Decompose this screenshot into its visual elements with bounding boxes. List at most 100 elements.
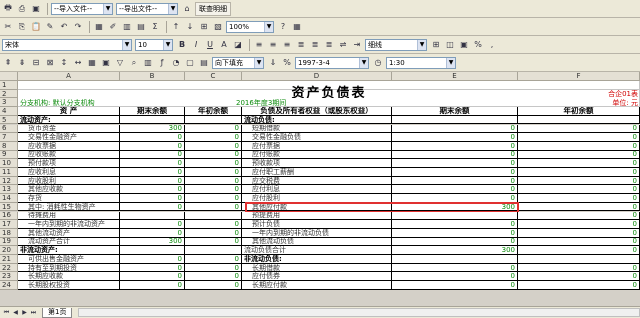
brush-icon[interactable]: ✐ bbox=[107, 21, 119, 33]
asset-end-balance[interactable]: 0 bbox=[120, 185, 185, 195]
format-icon[interactable]: ▣ bbox=[458, 39, 470, 51]
save-icon[interactable]: ▣ bbox=[30, 3, 42, 15]
formula-icon[interactable]: ƒ bbox=[156, 57, 168, 69]
row-height-icon[interactable]: ↕ bbox=[58, 57, 70, 69]
asset-end-balance[interactable]: 0 bbox=[120, 168, 185, 177]
row-header[interactable]: 2 bbox=[0, 90, 18, 99]
row-header[interactable]: 7 bbox=[0, 133, 18, 142]
fill-mode-select[interactable]: 向下填充 ▼ bbox=[212, 56, 264, 69]
asset-end-balance[interactable]: 0 bbox=[120, 194, 185, 203]
cut-icon[interactable]: ✂ bbox=[2, 21, 14, 33]
chart-icon[interactable]: ▥ bbox=[121, 21, 133, 33]
indent-icon[interactable]: ⇥ bbox=[351, 39, 363, 51]
box-icon[interactable]: ▢ bbox=[184, 57, 196, 69]
asset-begin-balance[interactable]: 0 bbox=[185, 194, 242, 203]
row-header[interactable]: 17 bbox=[0, 220, 18, 229]
fill-icon[interactable]: ⇓ bbox=[267, 57, 279, 69]
column-header-a[interactable]: A bbox=[18, 72, 120, 81]
align-bottom-icon[interactable]: ≣ bbox=[323, 39, 335, 51]
liability-end-balance[interactable]: 0 bbox=[392, 141, 518, 151]
asset-end-balance[interactable]: 0 bbox=[120, 228, 185, 238]
begin-balance-header-2[interactable]: 年初余额 bbox=[518, 107, 640, 116]
doc-icon[interactable]: ▤ bbox=[198, 57, 210, 69]
asset-end-balance[interactable]: 0 bbox=[120, 159, 185, 168]
liability-item-label[interactable]: 预计负债 bbox=[242, 220, 392, 229]
row-header[interactable]: 13 bbox=[0, 185, 18, 195]
asset-item-label[interactable]: 长期应收款 bbox=[18, 272, 120, 282]
liability-item-label[interactable]: 流动负债合计 bbox=[242, 246, 392, 255]
asset-end-balance[interactable]: 0 bbox=[120, 281, 185, 290]
liability-begin-balance[interactable]: 0 bbox=[518, 211, 640, 221]
row-header[interactable]: 15 bbox=[0, 203, 18, 212]
pie-icon[interactable]: ◔ bbox=[170, 57, 182, 69]
asset-end-balance[interactable]: 0 bbox=[120, 133, 185, 142]
liability-begin-balance[interactable]: 0 bbox=[518, 124, 640, 134]
italic-icon[interactable]: I bbox=[190, 39, 202, 51]
liability-begin-balance[interactable]: 0 bbox=[518, 141, 640, 151]
liability-begin-balance[interactable]: 0 bbox=[518, 176, 640, 186]
row-header[interactable]: 1 bbox=[0, 81, 18, 90]
row-header[interactable]: 4 bbox=[0, 107, 18, 116]
column-header-d[interactable]: D bbox=[242, 72, 392, 81]
row-header[interactable]: 8 bbox=[0, 142, 18, 151]
liability-end-balance[interactable]: 0 bbox=[392, 272, 518, 282]
comma-icon[interactable]: , bbox=[486, 39, 498, 51]
liability-begin-balance[interactable]: 0 bbox=[518, 228, 640, 238]
asset-begin-balance[interactable]: 0 bbox=[185, 133, 242, 142]
redo-icon[interactable]: ↷ bbox=[72, 21, 84, 33]
calc-icon[interactable]: ▦ bbox=[291, 21, 303, 33]
asset-begin-balance[interactable]: 0 bbox=[185, 281, 242, 290]
liability-end-balance[interactable]: 0 bbox=[392, 281, 518, 290]
column-header-f[interactable]: F bbox=[518, 72, 640, 81]
liability-end-balance[interactable]: 0 bbox=[392, 220, 518, 229]
asset-end-balance[interactable] bbox=[120, 246, 185, 255]
liability-item-label[interactable]: 应付债券 bbox=[242, 272, 392, 282]
begin-balance-header[interactable]: 年初余额 bbox=[185, 107, 242, 116]
last-sheet-icon[interactable]: ⏭ bbox=[29, 308, 38, 317]
asset-item-label[interactable]: 应收股利 bbox=[18, 176, 120, 186]
liability-begin-balance[interactable]: 0 bbox=[518, 272, 640, 282]
asset-begin-balance[interactable]: 0 bbox=[185, 202, 242, 212]
bar-chart-icon[interactable]: ▤ bbox=[135, 21, 147, 33]
percent-icon[interactable]: % bbox=[472, 39, 484, 51]
asset-begin-balance[interactable]: 0 bbox=[185, 237, 242, 247]
row-header[interactable]: 11 bbox=[0, 168, 18, 177]
row-header[interactable]: 5 bbox=[0, 116, 18, 125]
row-header[interactable]: 16 bbox=[0, 211, 18, 221]
table-icon[interactable]: ▦ bbox=[86, 57, 98, 69]
lock-icon[interactable]: ▣ bbox=[100, 57, 112, 69]
asset-begin-balance[interactable]: 0 bbox=[185, 168, 242, 177]
liability-begin-balance[interactable] bbox=[518, 115, 640, 125]
asset-begin-balance[interactable]: 0 bbox=[185, 220, 242, 229]
asset-item-label[interactable]: 待摊费用 bbox=[18, 211, 120, 221]
border-icon[interactable]: ⊞ bbox=[430, 39, 442, 51]
liability-end-balance[interactable] bbox=[392, 255, 518, 264]
check-detail-button[interactable]: 联查明细 bbox=[195, 1, 231, 16]
liability-end-balance[interactable]: 0 bbox=[392, 237, 518, 247]
end-balance-header-2[interactable]: 期末余额 bbox=[392, 107, 518, 116]
date-format-select[interactable]: 1997-3-4 ▼ bbox=[295, 56, 369, 69]
asset-begin-balance[interactable]: 0 bbox=[185, 255, 242, 264]
import-file-select[interactable]: --导入文件-- ▼ bbox=[51, 2, 113, 15]
row-header[interactable]: 24 bbox=[0, 281, 18, 290]
liability-end-balance[interactable]: 0 bbox=[392, 124, 518, 134]
asset-item-label[interactable]: 存货 bbox=[18, 194, 120, 203]
sort-desc-icon[interactable]: ↓ bbox=[184, 21, 196, 33]
asset-end-balance[interactable]: 0 bbox=[120, 255, 185, 264]
align-right-icon[interactable]: ≡ bbox=[281, 39, 293, 51]
first-sheet-icon[interactable]: ⏮ bbox=[2, 308, 11, 317]
liability-item-label[interactable]: 交易性金融负债 bbox=[242, 133, 392, 142]
paste-icon[interactable]: 📋 bbox=[30, 21, 42, 33]
asset-end-balance[interactable]: 0 bbox=[120, 272, 185, 282]
asset-begin-balance[interactable]: 0 bbox=[185, 159, 242, 168]
row-header[interactable]: 18 bbox=[0, 229, 18, 238]
clock-icon[interactable]: ◷ bbox=[372, 57, 384, 69]
asset-item-label[interactable]: 其他应收款 bbox=[18, 185, 120, 195]
asset-begin-balance[interactable]: 0 bbox=[185, 176, 242, 186]
liability-item-label[interactable]: 预提费用 bbox=[242, 211, 392, 221]
liability-item-label[interactable]: 长期借款 bbox=[242, 263, 392, 273]
find-icon[interactable]: ⌕ bbox=[128, 57, 140, 69]
asset-end-balance[interactable]: 0 bbox=[120, 220, 185, 229]
col-width-icon[interactable]: ↔ bbox=[72, 57, 84, 69]
row-header[interactable]: 14 bbox=[0, 194, 18, 203]
